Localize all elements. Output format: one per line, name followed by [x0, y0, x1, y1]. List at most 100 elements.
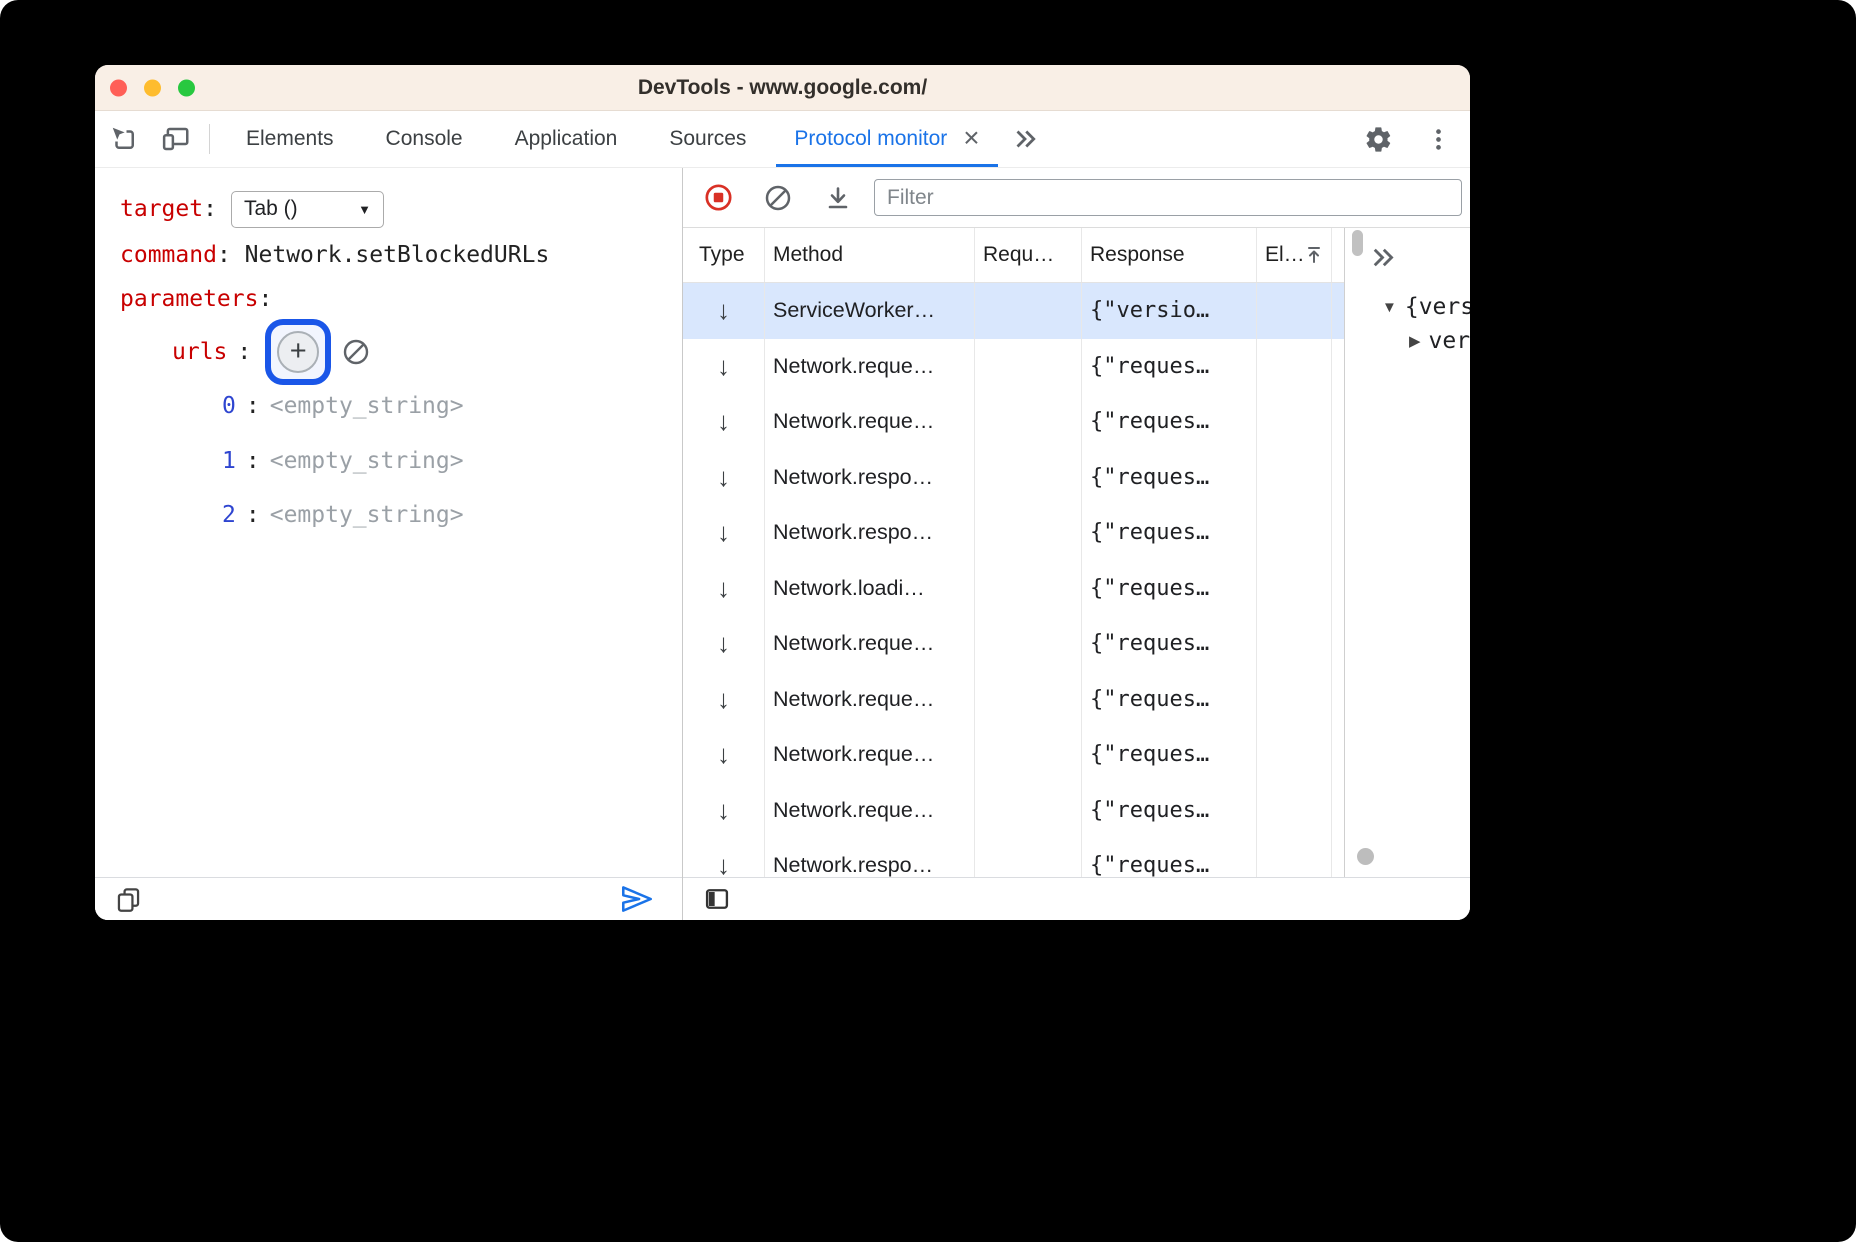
- column-label: Method: [773, 243, 843, 267]
- overflow-menu-icon[interactable]: [1414, 115, 1462, 163]
- table-row[interactable]: ↓ Network.reque… {"reques…: [683, 394, 1344, 450]
- tree-item-root[interactable]: ▼ {vers: [1382, 294, 1470, 320]
- column-header-response[interactable]: Response: [1082, 228, 1257, 282]
- table-row[interactable]: ↓ Network.reque… {"reques…: [683, 672, 1344, 728]
- column-header-elapsed[interactable]: El…: [1257, 228, 1332, 282]
- response-cell: {"reques…: [1090, 354, 1209, 379]
- tree-collapsed-icon: ▶: [1409, 332, 1421, 350]
- column-header-method[interactable]: Method: [765, 228, 975, 282]
- received-arrow-icon: ↓: [717, 351, 730, 382]
- command-editor: target: Tab () ▼ command: Network.setBlo…: [95, 168, 682, 877]
- tab-elements[interactable]: Elements: [220, 111, 360, 167]
- monitor-bottom-bar: [683, 877, 1470, 920]
- method-cell: Network.reque…: [773, 354, 934, 379]
- method-cell: Network.respo…: [773, 520, 933, 545]
- tab-sources[interactable]: Sources: [643, 111, 772, 167]
- method-cell: Network.loadi…: [773, 576, 925, 601]
- titlebar: DevTools - www.google.com/: [95, 65, 1470, 111]
- zoom-window-button[interactable]: [178, 79, 195, 96]
- column-label: Type: [699, 243, 745, 267]
- response-cell: {"reques…: [1090, 742, 1209, 767]
- table-row[interactable]: ↓ Network.respo… {"reques…: [683, 838, 1344, 877]
- record-stop-icon[interactable]: [696, 176, 740, 220]
- entry-index: 0: [222, 393, 236, 419]
- toggle-sidebar-icon[interactable]: [703, 885, 731, 913]
- scrollbar-dot[interactable]: [1357, 848, 1374, 865]
- tab-protocol-monitor[interactable]: Protocol monitor ×: [772, 111, 1001, 167]
- close-window-button[interactable]: [110, 79, 127, 96]
- entry-value[interactable]: <empty_string>: [270, 448, 464, 474]
- inspect-element-icon[interactable]: [101, 111, 147, 167]
- more-tabs-icon[interactable]: [1002, 111, 1048, 167]
- method-cell: Network.reque…: [773, 798, 934, 823]
- url-entry-row: 1 : <empty_string>: [222, 448, 464, 474]
- method-cell: Network.reque…: [773, 742, 934, 767]
- tab-label: Application: [515, 127, 618, 151]
- command-key: command: [120, 242, 217, 268]
- colon: :: [217, 242, 231, 268]
- minimize-window-button[interactable]: [144, 79, 161, 96]
- table-row[interactable]: ↓ ServiceWorker… {"versio…: [683, 283, 1344, 339]
- requests-table: Type Method Requ… Response El…: [683, 228, 1345, 877]
- filter-input[interactable]: [874, 179, 1462, 216]
- close-tab-icon[interactable]: ×: [963, 124, 979, 152]
- tab-application[interactable]: Application: [489, 111, 644, 167]
- colon: :: [246, 502, 260, 528]
- url-entry-row: 2 : <empty_string>: [222, 502, 464, 528]
- table-row[interactable]: ↓ Network.respo… {"reques…: [683, 450, 1344, 506]
- column-header-type[interactable]: Type: [683, 228, 765, 282]
- received-arrow-icon: ↓: [717, 573, 730, 604]
- copy-command-icon[interactable]: [115, 886, 142, 913]
- save-download-icon[interactable]: [816, 176, 860, 220]
- delete-parameter-icon[interactable]: [341, 337, 371, 367]
- tree-item-child[interactable]: ▶ ver: [1409, 328, 1470, 354]
- tab-console[interactable]: Console: [360, 111, 489, 167]
- urls-line: urls : +: [172, 319, 371, 385]
- column-label: Requ…: [983, 243, 1054, 267]
- table-row[interactable]: ↓ Network.reque… {"reques…: [683, 783, 1344, 839]
- table-row[interactable]: ↓ Network.loadi… {"reques…: [683, 561, 1344, 617]
- received-arrow-icon: ↓: [717, 684, 730, 715]
- plus-icon: +: [290, 337, 307, 366]
- device-toolbar-icon[interactable]: [153, 111, 199, 167]
- table-row[interactable]: ↓ Network.reque… {"reques…: [683, 339, 1344, 395]
- colon: :: [246, 448, 260, 474]
- target-line: target: Tab () ▼: [120, 190, 384, 228]
- editor-bottom-bar: [95, 877, 682, 920]
- send-command-button[interactable]: [618, 881, 656, 917]
- response-cell: {"reques…: [1090, 687, 1209, 712]
- tab-label: Console: [386, 127, 463, 151]
- target-select-value: Tab (): [244, 197, 298, 221]
- method-cell: Network.respo…: [773, 465, 933, 490]
- tab-bar: Elements Console Application Sources Pro…: [95, 111, 1470, 168]
- response-cell: {"reques…: [1090, 631, 1209, 656]
- table-header: Type Method Requ… Response El…: [683, 228, 1344, 283]
- column-header-request[interactable]: Requ…: [975, 228, 1082, 282]
- add-url-button[interactable]: +: [277, 331, 319, 373]
- table-row[interactable]: ↓ Network.reque… {"reques…: [683, 616, 1344, 672]
- entry-index: 2: [222, 502, 236, 528]
- entry-index: 1: [222, 448, 236, 474]
- table-row[interactable]: ↓ Network.reque… {"reques…: [683, 727, 1344, 783]
- target-key: target: [120, 196, 203, 222]
- parameters-line: parameters:: [120, 286, 272, 312]
- vertical-scrollbar-thumb[interactable]: [1352, 230, 1363, 256]
- table-row[interactable]: ↓ Network.respo… {"reques…: [683, 505, 1344, 561]
- main-content: target: Tab () ▼ command: Network.setBlo…: [95, 168, 1470, 920]
- received-arrow-icon: ↓: [717, 462, 730, 493]
- column-header-spacer: [1332, 228, 1345, 282]
- clear-all-icon[interactable]: [756, 176, 800, 220]
- received-arrow-icon: ↓: [717, 295, 730, 326]
- expand-panel-icon[interactable]: [1367, 242, 1398, 278]
- colon: :: [203, 196, 217, 222]
- command-value[interactable]: Network.setBlockedURLs: [245, 242, 550, 268]
- settings-gear-icon[interactable]: [1354, 115, 1402, 163]
- entry-value[interactable]: <empty_string>: [270, 502, 464, 528]
- url-entry-row: 0 : <empty_string>: [222, 393, 464, 419]
- entry-value[interactable]: <empty_string>: [270, 393, 464, 419]
- target-select[interactable]: Tab () ▼: [231, 191, 384, 228]
- response-cell: {"reques…: [1090, 409, 1209, 434]
- received-arrow-icon: ↓: [717, 406, 730, 437]
- received-arrow-icon: ↓: [717, 850, 730, 877]
- traffic-lights: [110, 79, 195, 96]
